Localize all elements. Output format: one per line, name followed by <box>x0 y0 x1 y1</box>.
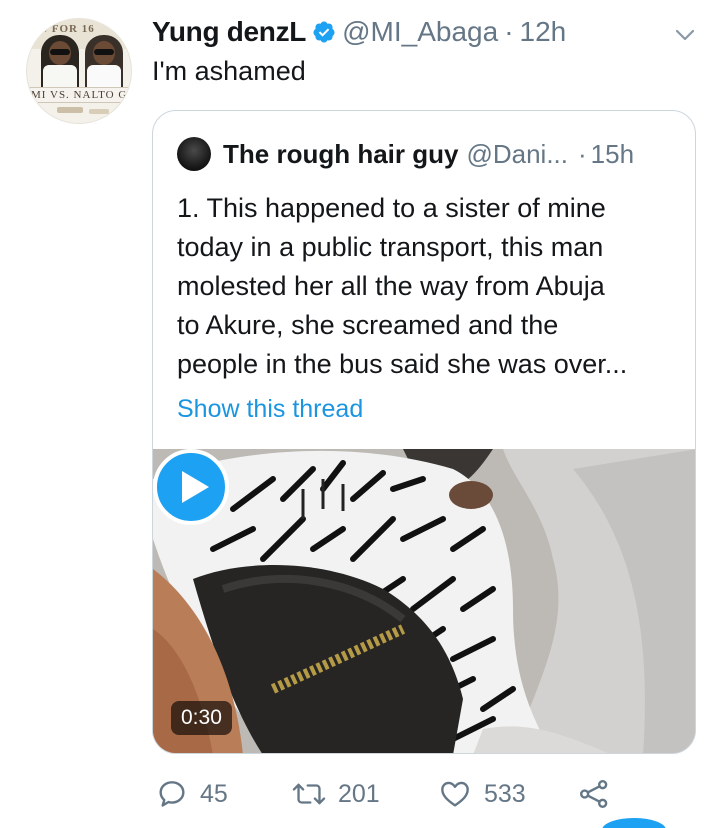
retweet-count: 201 <box>338 779 380 808</box>
quoted-text-line: molested her all the way from Abuja <box>177 271 605 301</box>
quoted-tweet-text: 1. This happened to a sister of mine tod… <box>177 189 677 384</box>
quoted-display-name: The rough hair guy <box>223 138 459 169</box>
heart-icon <box>441 781 469 807</box>
quoted-author-avatar[interactable] <box>177 137 211 171</box>
quoted-timestamp: 15h <box>590 138 635 169</box>
share-icon <box>580 780 608 808</box>
retweet-icon <box>292 783 326 805</box>
author-handle[interactable]: @MI_Abaga <box>342 16 498 48</box>
video-duration: 0:30 <box>171 701 232 735</box>
avatar-shirt-left <box>43 65 77 89</box>
quoted-handle: @Dani... <box>466 138 568 169</box>
reply-icon <box>159 781 185 807</box>
quoted-text-line: today in a public transport, this man <box>177 232 604 262</box>
chevron-down-icon[interactable] <box>672 26 698 44</box>
avatar-banner-text: MI VS. NALTO G <box>27 87 131 103</box>
tweet-text: I'm ashamed <box>152 56 306 86</box>
show-thread-link[interactable]: Show this thread <box>177 395 363 424</box>
share-button[interactable] <box>578 772 610 816</box>
tweet-timestamp[interactable]: 12h <box>520 16 567 48</box>
avatar-top-text: 16 FOR 16 <box>35 23 95 35</box>
verified-badge-icon <box>313 21 335 43</box>
play-icon[interactable] <box>153 449 229 525</box>
tweet-actions: 45 201 533 <box>152 772 692 816</box>
retweet-button[interactable]: 201 <box>292 772 380 816</box>
quoted-text-line: 1. This happened to a sister of mine <box>177 193 606 223</box>
reply-count: 45 <box>200 779 228 808</box>
reply-button[interactable]: 45 <box>156 772 228 816</box>
video-player[interactable]: 0:30 <box>153 449 695 753</box>
like-button[interactable]: 533 <box>438 772 526 816</box>
quoted-tweet-header: The rough hair guy @Dani... · 15h <box>223 137 634 171</box>
avatar-shirt-right <box>87 65 121 89</box>
compose-button-partial[interactable] <box>602 818 666 828</box>
separator-dot: · <box>578 138 587 169</box>
avatar-tag <box>89 109 109 114</box>
avatar-glasses-left <box>50 49 70 55</box>
quoted-text-line: to Akure, she screamed and the <box>177 310 559 340</box>
quoted-tweet-card[interactable]: The rough hair guy @Dani... · 15h 1. Thi… <box>152 110 696 754</box>
separator-dot: · <box>504 16 514 47</box>
avatar-glasses-right <box>94 49 114 55</box>
tweet-header: Yung denzL @MI_Abaga · 12h <box>152 14 566 50</box>
author-avatar[interactable]: 16 FOR 16 MI VS. NALTO G <box>26 18 132 124</box>
avatar-tag <box>57 107 83 113</box>
author-display-name[interactable]: Yung denzL <box>152 16 306 48</box>
quoted-text-line: people in the bus said she was over... <box>177 349 628 379</box>
video-thumbnail <box>153 449 695 753</box>
like-count: 533 <box>484 779 526 808</box>
